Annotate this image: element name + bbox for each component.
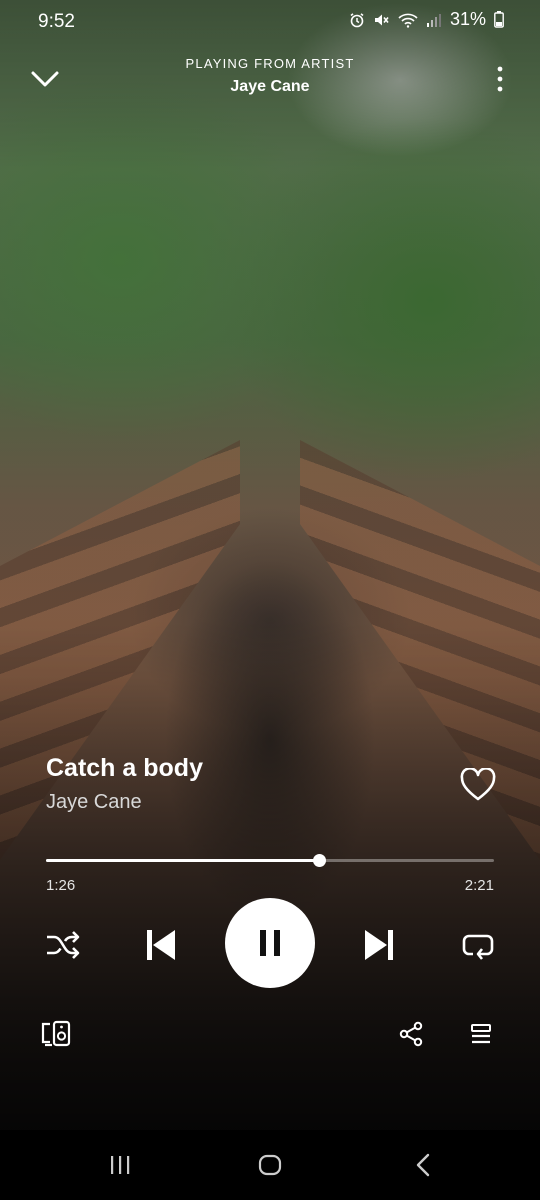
repeat-button[interactable]	[458, 926, 498, 964]
previous-button[interactable]	[140, 924, 182, 966]
pause-button[interactable]	[225, 898, 315, 988]
back-button[interactable]	[404, 1148, 444, 1182]
wifi-icon	[398, 13, 418, 28]
heart-icon	[460, 767, 496, 801]
shuffle-button[interactable]	[44, 926, 82, 964]
status-icons: 31%	[349, 9, 504, 30]
progress-bar[interactable]	[46, 854, 494, 867]
playing-from-label: PLAYING FROM ARTIST	[185, 56, 355, 71]
connect-devices-button[interactable]	[38, 1016, 74, 1052]
recents-button[interactable]	[100, 1148, 140, 1182]
more-options-button[interactable]	[494, 64, 506, 94]
progress-fill	[46, 859, 320, 862]
more-vertical-icon	[497, 66, 503, 92]
battery-icon	[494, 11, 504, 28]
home-icon	[258, 1154, 282, 1176]
share-button[interactable]	[394, 1017, 428, 1051]
playing-from-name[interactable]: Jaye Cane	[0, 78, 540, 96]
skip-next-icon	[365, 930, 393, 960]
battery-percent: 31%	[449, 9, 486, 29]
queue-button[interactable]	[464, 1017, 498, 1051]
elapsed-time: 1:26	[46, 877, 76, 894]
queue-icon	[471, 1024, 491, 1044]
recents-icon	[111, 1156, 130, 1174]
skip-previous-icon	[147, 930, 175, 960]
pause-icon	[260, 930, 280, 956]
like-button[interactable]	[460, 767, 496, 802]
system-nav-bar	[0, 1130, 540, 1200]
alarm-icon	[350, 12, 364, 27]
shuffle-icon	[47, 931, 80, 959]
repeat-icon	[462, 934, 494, 960]
devices-icon	[41, 1020, 71, 1047]
signal-icon	[426, 13, 441, 27]
progress-knob[interactable]	[313, 854, 327, 867]
track-artist[interactable]: Jaye Cane	[46, 791, 142, 814]
next-button[interactable]	[358, 924, 400, 966]
total-time: 2:21	[464, 877, 494, 894]
status-time: 9:52	[38, 11, 75, 32]
back-icon	[416, 1153, 430, 1177]
status-bar: 9:52 31%	[0, 0, 540, 44]
track-title[interactable]: Catch a body	[46, 754, 203, 783]
share-icon	[399, 1021, 423, 1047]
home-button[interactable]	[250, 1148, 290, 1182]
mute-icon	[374, 14, 389, 25]
